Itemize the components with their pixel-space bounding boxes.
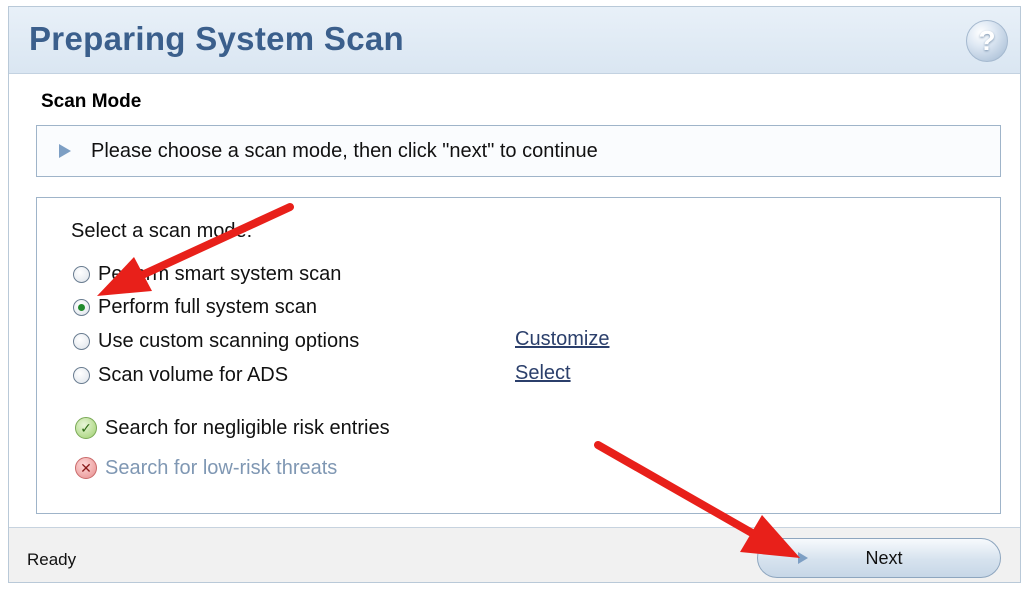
radio-button[interactable] <box>73 366 90 384</box>
radio-full-scan[interactable]: Perform full system scan <box>73 293 317 321</box>
status-text: Ready <box>27 550 77 569</box>
radio-ads-scan[interactable]: Scan volume for ADS <box>73 361 288 389</box>
scan-options-panel: Select a scan mode: Perform smart system… <box>36 197 1001 514</box>
dialog-header: Preparing System Scan ? <box>9 7 1020 74</box>
green-check-icon[interactable]: ✓ <box>75 417 97 439</box>
dialog-title: Preparing System Scan <box>29 20 404 57</box>
flag-label: Search for negligible risk entries <box>105 416 390 439</box>
radio-label: Perform full system scan <box>98 295 317 318</box>
flag-low-risk[interactable]: ✕ Search for low-risk threats <box>75 453 337 483</box>
section-title: Scan Mode <box>41 91 142 112</box>
scan-mode-label: Select a scan mode: <box>71 220 253 242</box>
radio-button[interactable] <box>73 332 90 350</box>
flag-label: Search for low-risk threats <box>105 456 338 479</box>
red-x-icon[interactable]: ✕ <box>75 457 97 479</box>
select-link[interactable]: Select <box>515 362 571 385</box>
scan-dialog: Preparing System Scan ? Scan Mode Please… <box>8 6 1021 583</box>
play-triangle-icon <box>59 144 71 158</box>
radio-button[interactable] <box>73 298 90 316</box>
flag-negligible-risk[interactable]: ✓ Search for negligible risk entries <box>75 413 390 443</box>
next-button-label: Next <box>865 548 903 568</box>
next-button[interactable]: Next <box>757 538 1001 578</box>
info-box: Please choose a scan mode, then click "n… <box>36 125 1001 177</box>
radio-custom-scan[interactable]: Use custom scanning options <box>73 327 359 355</box>
status-bar: Ready Next <box>9 527 1020 582</box>
radio-label: Use custom scanning options <box>98 329 360 352</box>
radio-label: Scan volume for ADS <box>98 363 289 386</box>
help-button[interactable]: ? <box>966 20 1008 62</box>
radio-label: Perform smart system scan <box>98 262 342 285</box>
radio-smart-scan[interactable]: Perform smart system scan <box>73 260 341 288</box>
info-text: Please choose a scan mode, then click "n… <box>91 140 598 162</box>
customize-link[interactable]: Customize <box>515 328 609 351</box>
radio-button[interactable] <box>73 265 90 283</box>
question-mark-icon: ? <box>978 25 996 56</box>
